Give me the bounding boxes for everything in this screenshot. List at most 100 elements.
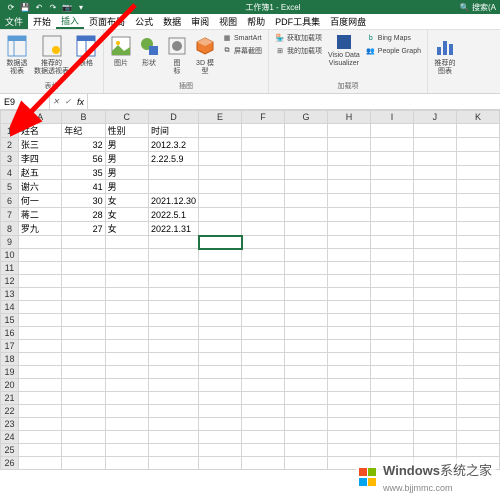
cell[interactable] <box>456 405 499 418</box>
cell[interactable] <box>62 314 105 327</box>
cell[interactable] <box>199 418 242 431</box>
cell[interactable]: 姓名 <box>18 124 61 138</box>
cell[interactable] <box>62 418 105 431</box>
cell[interactable] <box>148 379 198 392</box>
cell[interactable] <box>199 444 242 457</box>
cell[interactable] <box>328 379 371 392</box>
cell[interactable] <box>285 353 328 366</box>
cell[interactable] <box>148 392 198 405</box>
cell[interactable] <box>105 418 148 431</box>
cell[interactable] <box>242 340 285 353</box>
people-graph-button[interactable]: 👥People Graph <box>364 45 423 57</box>
cell[interactable] <box>62 457 105 470</box>
tab-formulas[interactable]: 公式 <box>130 14 158 29</box>
row-header[interactable]: 15 <box>1 314 19 327</box>
cell[interactable] <box>456 431 499 444</box>
row-header[interactable]: 16 <box>1 327 19 340</box>
row-header[interactable]: 20 <box>1 379 19 392</box>
col-header-f[interactable]: F <box>242 111 285 124</box>
cell[interactable] <box>18 353 61 366</box>
col-header-a[interactable]: A <box>18 111 61 124</box>
cell[interactable] <box>328 288 371 301</box>
cell[interactable] <box>328 327 371 340</box>
cell[interactable] <box>285 379 328 392</box>
cell[interactable] <box>148 180 198 194</box>
cell[interactable] <box>105 340 148 353</box>
cell[interactable]: 女 <box>105 194 148 208</box>
cell[interactable] <box>371 249 414 262</box>
cell[interactable] <box>148 444 198 457</box>
col-header-d[interactable]: D <box>148 111 198 124</box>
table-button[interactable]: 表格 <box>73 32 99 69</box>
cell[interactable] <box>199 249 242 262</box>
cell[interactable] <box>148 418 198 431</box>
cell[interactable] <box>285 431 328 444</box>
cell[interactable] <box>148 470 198 471</box>
cell[interactable] <box>18 314 61 327</box>
cell[interactable] <box>285 457 328 470</box>
row-header[interactable]: 3 <box>1 152 19 166</box>
cell[interactable] <box>199 275 242 288</box>
cell[interactable] <box>371 314 414 327</box>
cell[interactable] <box>62 379 105 392</box>
cell[interactable] <box>371 262 414 275</box>
recommend-chart-button[interactable]: 推荐的图表 <box>432 32 458 77</box>
cell[interactable] <box>371 288 414 301</box>
cell[interactable]: 时间 <box>148 124 198 138</box>
row-header[interactable]: 19 <box>1 366 19 379</box>
cell[interactable] <box>413 340 456 353</box>
cell[interactable]: 女 <box>105 222 148 236</box>
cell[interactable] <box>285 262 328 275</box>
cell[interactable] <box>242 457 285 470</box>
active-cell[interactable] <box>199 236 242 249</box>
col-header-i[interactable]: I <box>371 111 414 124</box>
cell[interactable] <box>199 314 242 327</box>
row-header[interactable]: 23 <box>1 418 19 431</box>
shapes-button[interactable]: 形状 <box>136 32 162 69</box>
cell[interactable] <box>105 314 148 327</box>
cell[interactable]: 蒋二 <box>18 208 61 222</box>
cell[interactable] <box>285 366 328 379</box>
cell[interactable] <box>285 314 328 327</box>
cell[interactable] <box>62 249 105 262</box>
cell[interactable] <box>328 301 371 314</box>
cell[interactable] <box>285 340 328 353</box>
grid[interactable]: A B C D E F G H I J K 1 姓名 年纪 性别 时间 2 张三… <box>0 110 500 470</box>
cell[interactable]: 35 <box>62 166 105 180</box>
cell[interactable] <box>413 262 456 275</box>
cell[interactable] <box>413 327 456 340</box>
get-addins-button[interactable]: 🏪获取加载项 <box>273 32 324 44</box>
cell[interactable] <box>105 457 148 470</box>
tab-home[interactable]: 开始 <box>28 14 56 29</box>
tab-insert[interactable]: 插入 <box>56 14 84 29</box>
cell[interactable] <box>413 444 456 457</box>
row-header[interactable]: 1 <box>1 124 19 138</box>
row-header[interactable]: 12 <box>1 275 19 288</box>
cell[interactable] <box>242 275 285 288</box>
cell[interactable] <box>285 444 328 457</box>
cell[interactable] <box>62 262 105 275</box>
cell[interactable] <box>242 249 285 262</box>
cell[interactable] <box>413 405 456 418</box>
cell[interactable] <box>285 470 328 471</box>
cell[interactable] <box>62 340 105 353</box>
my-addins-button[interactable]: ⊞我的加载项 <box>273 45 324 57</box>
cell[interactable] <box>62 353 105 366</box>
row-header[interactable]: 8 <box>1 222 19 236</box>
cell[interactable] <box>199 327 242 340</box>
cell[interactable] <box>456 379 499 392</box>
cell[interactable]: 男 <box>105 138 148 152</box>
cell[interactable] <box>456 444 499 457</box>
visio-button[interactable]: Visio DataVisualizer <box>326 32 362 69</box>
cell[interactable]: 性别 <box>105 124 148 138</box>
cell[interactable]: 27 <box>62 222 105 236</box>
row-header[interactable]: 11 <box>1 262 19 275</box>
cell[interactable] <box>18 262 61 275</box>
cell[interactable] <box>456 275 499 288</box>
cell[interactable] <box>328 275 371 288</box>
row-header[interactable]: 17 <box>1 340 19 353</box>
cell[interactable] <box>328 353 371 366</box>
cell[interactable] <box>199 392 242 405</box>
cell[interactable] <box>62 288 105 301</box>
icons-button[interactable]: 图标 <box>164 32 190 77</box>
